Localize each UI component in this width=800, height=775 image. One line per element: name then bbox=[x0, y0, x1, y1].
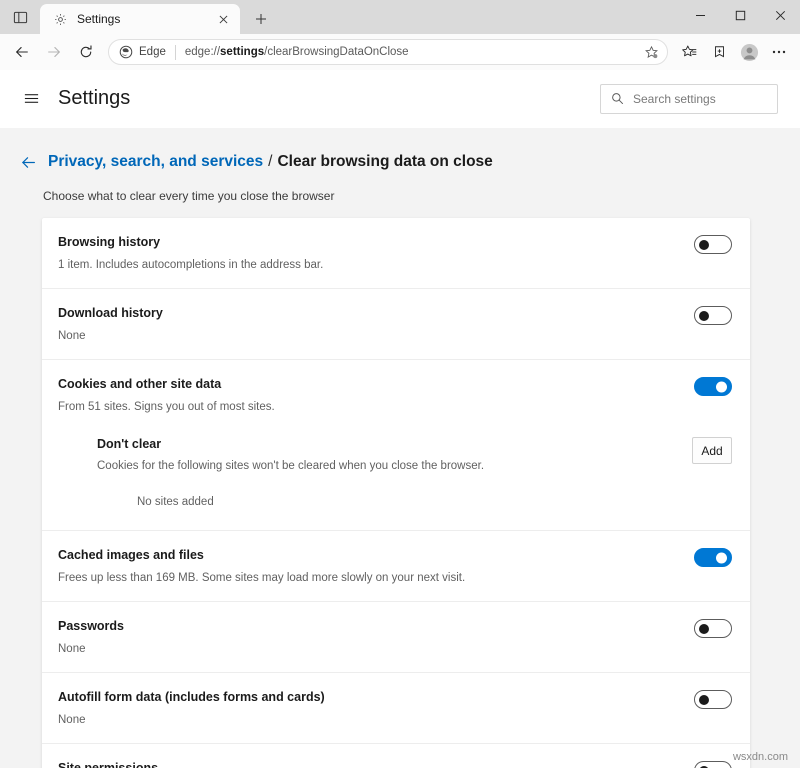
dont-clear-content: Don't clear Cookies for the following si… bbox=[97, 437, 692, 474]
row-content: Autofill form data (includes forms and c… bbox=[58, 689, 694, 728]
toggle-cookies-and-site-data[interactable] bbox=[694, 377, 732, 396]
watermark: wsxdn.com bbox=[732, 751, 788, 763]
refresh-button[interactable] bbox=[70, 37, 102, 67]
gear-icon bbox=[52, 11, 68, 27]
browser-tab-strip: Settings bbox=[0, 0, 800, 34]
close-window-button[interactable] bbox=[760, 0, 800, 30]
row-description: None bbox=[58, 714, 86, 726]
row-title: Passwords bbox=[58, 619, 125, 633]
row-content: Passwords None bbox=[58, 618, 694, 657]
settings-page-body: Privacy, search, and services / Clear br… bbox=[0, 128, 800, 768]
toggle-autofill-form-data[interactable] bbox=[694, 690, 732, 709]
minimize-button[interactable] bbox=[680, 0, 720, 30]
tab-settings[interactable]: Settings bbox=[40, 4, 240, 34]
row-content: Cookies and other site data From 51 site… bbox=[58, 376, 694, 415]
toggle-cached-images-and-files[interactable] bbox=[694, 548, 732, 567]
url-path: /clearBrowsingDataOnClose bbox=[264, 46, 409, 58]
table-row[interactable]: Browsing history 1 item. Includes autoco… bbox=[42, 218, 750, 289]
search-input[interactable] bbox=[633, 91, 767, 106]
row-title: Autofill form data (includes forms and c… bbox=[58, 690, 325, 704]
search-icon bbox=[611, 92, 624, 105]
row-content: Download history None bbox=[58, 305, 694, 344]
new-tab-button[interactable] bbox=[246, 4, 276, 34]
url-text: edge://settings/clearBrowsingDataOnClose bbox=[185, 46, 639, 58]
row-content: Site permissions None bbox=[58, 760, 694, 768]
row-description: Frees up less than 169 MB. Some sites ma… bbox=[58, 572, 466, 584]
omnibox-divider bbox=[174, 44, 176, 60]
page-subtitle: Choose what to clear every time you clos… bbox=[43, 189, 335, 203]
settings-search-box[interactable] bbox=[600, 83, 778, 114]
breadcrumb-separator: / bbox=[268, 153, 273, 170]
add-site-button[interactable]: Add bbox=[692, 437, 732, 464]
breadcrumb-row: Privacy, search, and services / Clear br… bbox=[0, 128, 800, 174]
dont-clear-empty-state: No sites added bbox=[137, 496, 214, 508]
edge-brand-label: Edge bbox=[139, 46, 166, 58]
row-title: Download history bbox=[58, 306, 163, 320]
table-row[interactable]: Passwords None bbox=[42, 602, 750, 673]
table-row[interactable]: Autofill form data (includes forms and c… bbox=[42, 673, 750, 744]
toggle-download-history[interactable] bbox=[694, 306, 732, 325]
breadcrumb: Privacy, search, and services / Clear br… bbox=[48, 153, 493, 171]
row-title: Cached images and files bbox=[58, 548, 204, 562]
collections-icon[interactable] bbox=[704, 37, 734, 67]
row-title: Site permissions bbox=[58, 761, 159, 768]
url-prefix: edge:// bbox=[184, 46, 221, 58]
forward-button[interactable] bbox=[38, 37, 70, 67]
breadcrumb-parent-link[interactable]: Privacy, search, and services bbox=[48, 153, 263, 171]
address-bar[interactable]: Edge edge://settings/clearBrowsingDataOn… bbox=[108, 39, 668, 65]
dont-clear-description: Cookies for the following sites won't be… bbox=[97, 460, 485, 472]
toggle-passwords[interactable] bbox=[694, 619, 732, 638]
page-title: Settings bbox=[58, 87, 131, 109]
row-description: From 51 sites. Signs you out of most sit… bbox=[58, 401, 275, 413]
tab-title: Settings bbox=[77, 12, 121, 26]
window-controls bbox=[680, 0, 800, 34]
browser-toolbar: Edge edge://settings/clearBrowsingDataOn… bbox=[0, 34, 800, 70]
row-title: Browsing history bbox=[58, 235, 161, 249]
table-row[interactable]: Site permissions None bbox=[42, 744, 750, 768]
breadcrumb-current: Clear browsing data on close bbox=[277, 153, 493, 170]
profile-avatar-icon[interactable] bbox=[734, 37, 764, 67]
dont-clear-section: Don't clear Cookies for the following si… bbox=[42, 419, 750, 474]
hamburger-menu-icon[interactable] bbox=[16, 84, 46, 114]
tab-search-icon[interactable] bbox=[0, 0, 40, 34]
maximize-button[interactable] bbox=[720, 0, 760, 30]
dont-clear-title: Don't clear bbox=[97, 437, 162, 451]
table-row[interactable]: Cookies and other site data From 51 site… bbox=[42, 360, 750, 419]
back-arrow-icon[interactable] bbox=[16, 150, 40, 174]
back-button[interactable] bbox=[6, 37, 38, 67]
row-title: Cookies and other site data bbox=[58, 377, 222, 391]
table-row[interactable]: Cached images and files Frees up less th… bbox=[42, 531, 750, 602]
toggle-site-permissions[interactable] bbox=[694, 761, 732, 768]
row-content: Cached images and files Frees up less th… bbox=[58, 547, 694, 586]
row-description: 1 item. Includes autocompletions in the … bbox=[58, 259, 324, 271]
close-icon[interactable] bbox=[214, 10, 232, 28]
edge-logo-icon: Edge bbox=[119, 45, 166, 59]
table-row[interactable]: Download history None bbox=[42, 289, 750, 360]
url-host: settings bbox=[220, 46, 265, 58]
row-description: None bbox=[58, 643, 86, 655]
more-options-icon[interactable] bbox=[764, 37, 794, 67]
settings-header: Settings bbox=[0, 70, 800, 128]
toggle-browsing-history[interactable] bbox=[694, 235, 732, 254]
favorites-list-icon[interactable] bbox=[674, 37, 704, 67]
row-content: Browsing history 1 item. Includes autoco… bbox=[58, 234, 694, 273]
favorite-star-icon[interactable] bbox=[639, 40, 663, 64]
clear-browsing-data-card: Browsing history 1 item. Includes autoco… bbox=[42, 218, 750, 768]
row-description: None bbox=[58, 330, 86, 342]
